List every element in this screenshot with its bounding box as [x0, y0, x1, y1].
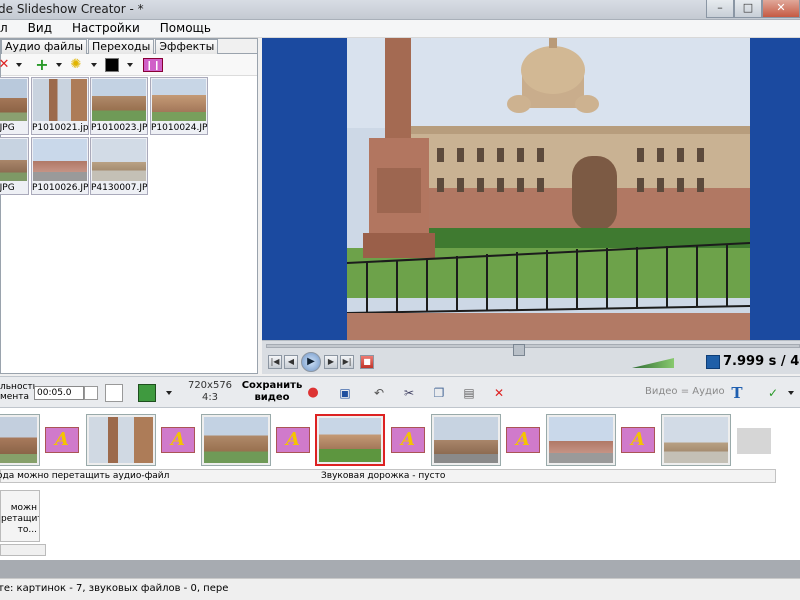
- preview-image: [347, 38, 750, 340]
- minimize-button[interactable]: –: [706, 0, 734, 18]
- text-icon[interactable]: T: [730, 386, 744, 401]
- duration-input[interactable]: 00:05.0: [34, 386, 84, 400]
- timeline: ода можно перетащить аудио-файл Звуковая…: [0, 408, 800, 560]
- maximize-button[interactable]: □: [734, 0, 762, 18]
- menu-bar: л Вид Настройки Помощь: [0, 20, 800, 38]
- duration-apply-button[interactable]: [84, 386, 98, 400]
- save-icon[interactable]: ▣: [338, 386, 352, 400]
- media-panel: Аудио файлы Переходы Эффекты ✕ + ✺ ❙❙ 16…: [0, 38, 258, 374]
- thumbnail[interactable]: P1010021.jpg: [31, 77, 89, 135]
- save-video-button[interactable]: Сохранить видео: [240, 380, 304, 404]
- slide-item-selected[interactable]: [315, 414, 385, 466]
- sparkle-icon[interactable]: ✺: [69, 58, 83, 72]
- thumbnail[interactable]: P1010023.JPG: [90, 77, 148, 135]
- thumbnail[interactable]: P1010026.JPG: [31, 137, 89, 195]
- status-bar: те: картинок - 7, звуковых файлов - 0, п…: [0, 578, 800, 600]
- album-icon[interactable]: ❙❙: [143, 58, 163, 72]
- delete-dropdown-icon[interactable]: [16, 63, 22, 67]
- thumbnail[interactable]: 16.JPG: [0, 77, 29, 135]
- slide-strip: [0, 408, 800, 470]
- thumbnail[interactable]: 25.JPG: [0, 137, 29, 195]
- menu-help[interactable]: Помощь: [150, 20, 221, 38]
- audio-track-label: Звуковая дорожка - пусто: [321, 471, 446, 481]
- tab-audio-files[interactable]: Аудио файлы: [1, 39, 88, 54]
- slide-item[interactable]: [431, 414, 501, 466]
- transition-icon[interactable]: [506, 427, 540, 453]
- slide-item[interactable]: [546, 414, 616, 466]
- duration-label: льность мента: [0, 382, 38, 402]
- play-button[interactable]: ▶: [301, 352, 321, 372]
- window-title: de Slideshow Creator - *: [0, 2, 144, 16]
- timeline-footer: [0, 560, 800, 578]
- add-icon[interactable]: +: [35, 57, 49, 73]
- image-effect-icon[interactable]: [138, 384, 156, 402]
- paste-icon[interactable]: ▤: [462, 386, 476, 400]
- slide-item[interactable]: [661, 414, 731, 466]
- media-tabs: Аудио файлы Переходы Эффекты: [1, 39, 257, 54]
- check-icon[interactable]: ✓: [766, 386, 780, 400]
- sparkle-dropdown-icon[interactable]: [91, 63, 97, 67]
- empty-slide-slot[interactable]: [737, 428, 771, 454]
- record-icon[interactable]: ●: [306, 386, 320, 400]
- title-bar: de Slideshow Creator - * – □ ✕: [0, 0, 800, 20]
- resolution-label: 720x576 4:3: [187, 380, 233, 403]
- time-display: 7.999 s / 40: [723, 354, 800, 369]
- copy-icon[interactable]: ❐: [432, 386, 446, 400]
- timeline-toolbar: льность мента 00:05.0 720x576 4:3 Сохран…: [0, 376, 800, 408]
- slide-item[interactable]: [0, 414, 40, 466]
- stop-button[interactable]: ■: [360, 355, 374, 369]
- player-controls: |◀ ◀ ▶ ▶ ▶| ■ 7.999 s / 40: [262, 340, 800, 374]
- thumbnail[interactable]: P4130007.JPG: [90, 137, 148, 195]
- effect-dropdown-icon[interactable]: [166, 391, 172, 395]
- preview-area: [262, 38, 800, 340]
- seek-handle[interactable]: [513, 344, 525, 356]
- menu-settings[interactable]: Настройки: [62, 20, 150, 38]
- note-scrollbar[interactable]: [0, 544, 46, 556]
- tab-transitions[interactable]: Переходы: [88, 39, 155, 54]
- close-button[interactable]: ✕: [762, 0, 800, 18]
- transition-icon[interactable]: [45, 427, 79, 453]
- tab-effects[interactable]: Эффекты: [155, 39, 219, 54]
- transition-icon[interactable]: [276, 427, 310, 453]
- video-audio-sync[interactable]: Видео = Аудио: [645, 386, 725, 397]
- cut-icon[interactable]: ✂: [402, 386, 416, 400]
- background-color-button[interactable]: [105, 384, 123, 402]
- media-toolbar: ✕ + ✺ ❙❙: [0, 54, 257, 76]
- volume-slider[interactable]: [632, 358, 674, 368]
- first-frame-button[interactable]: |◀: [268, 355, 282, 369]
- color-swatch-icon[interactable]: [105, 58, 119, 72]
- menu-view[interactable]: Вид: [18, 20, 62, 38]
- transition-icon[interactable]: [391, 427, 425, 453]
- window-controls: – □ ✕: [706, 0, 800, 20]
- thumbnail[interactable]: P1010024.JPG: [150, 77, 208, 135]
- undo-icon[interactable]: ↶: [372, 386, 386, 400]
- add-dropdown-icon[interactable]: [56, 63, 62, 67]
- fullscreen-icon[interactable]: [706, 355, 720, 369]
- slide-item[interactable]: [201, 414, 271, 466]
- menu-file[interactable]: л: [0, 20, 18, 38]
- delete-icon[interactable]: ✕: [0, 58, 11, 72]
- transition-icon[interactable]: [161, 427, 195, 453]
- thumbnail-grid: 16.JPG P1010021.jpg P1010023.JPG P101002…: [0, 77, 257, 373]
- color-dropdown-icon[interactable]: [127, 63, 133, 67]
- last-frame-button[interactable]: ▶|: [340, 355, 354, 369]
- status-text: те: картинок - 7, звуковых файлов - 0, п…: [0, 583, 229, 594]
- check-dropdown-icon[interactable]: [788, 391, 794, 395]
- delete-slide-icon[interactable]: ✕: [492, 386, 506, 400]
- slide-item[interactable]: [86, 414, 156, 466]
- transition-icon[interactable]: [621, 427, 655, 453]
- prev-frame-button[interactable]: ◀: [284, 355, 298, 369]
- seek-bar[interactable]: [266, 344, 800, 356]
- audio-track[interactable]: ода можно перетащить аудио-файл Звуковая…: [0, 469, 776, 483]
- drop-note[interactable]: можн ретащить то...: [0, 490, 40, 542]
- audio-drop-hint: ода можно перетащить аудио-файл: [0, 471, 170, 481]
- next-frame-button[interactable]: ▶: [324, 355, 338, 369]
